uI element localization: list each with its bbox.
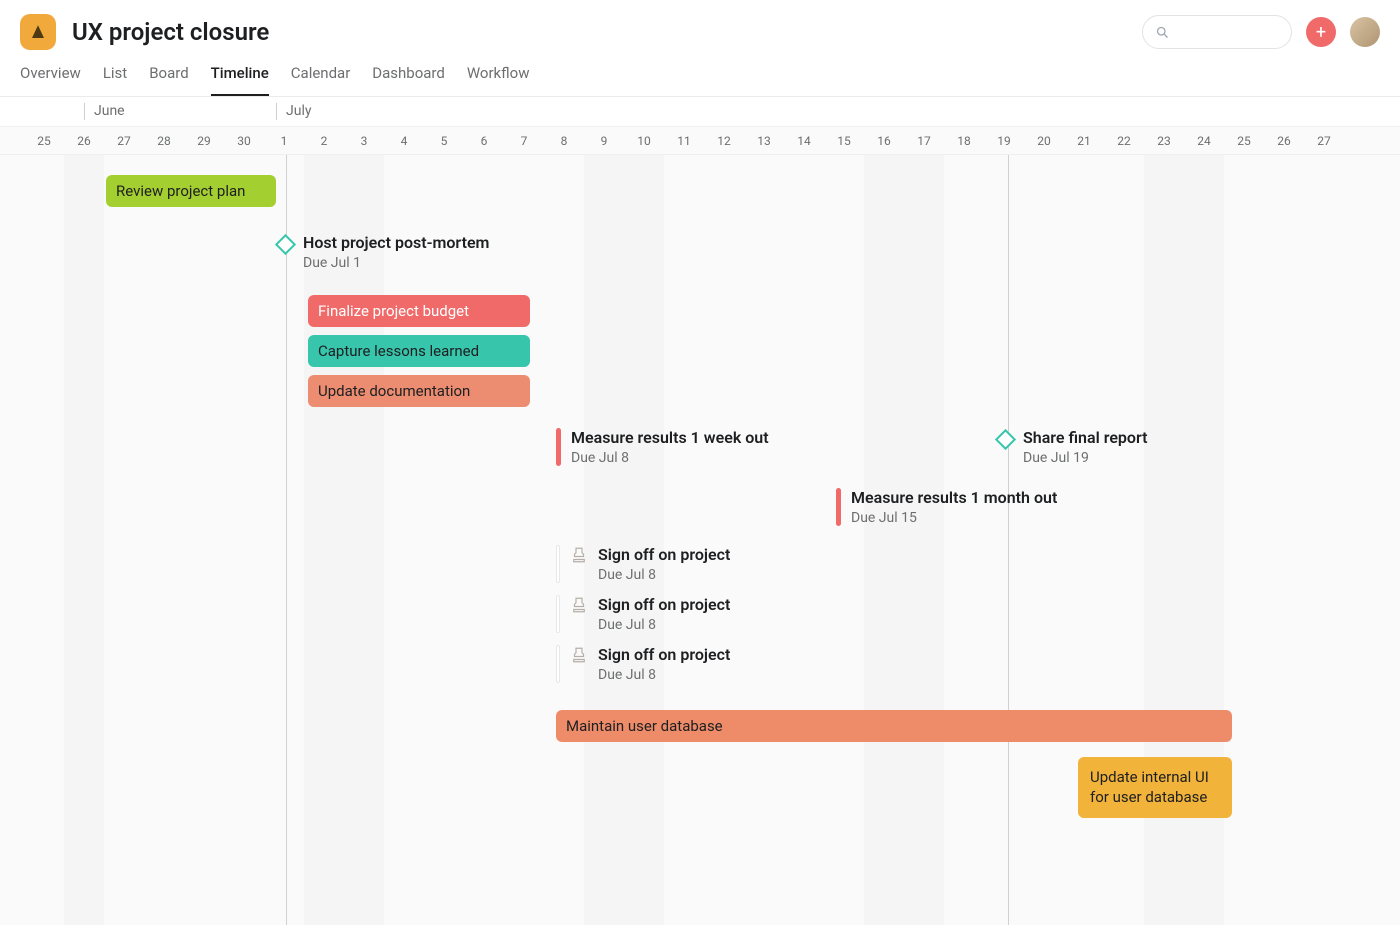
tab-calendar[interactable]: Calendar [291,64,351,96]
day-cell: 2 [304,127,344,154]
day-cell: 5 [424,127,464,154]
task-title: Sign off on project [598,645,730,665]
day-cell: 6 [464,127,504,154]
task-maintain-user-db[interactable]: Maintain user database [556,710,1232,742]
month-header: June July [0,97,1400,127]
day-cell: 22 [1104,127,1144,154]
day-cell: 4 [384,127,424,154]
day-cell: 14 [784,127,824,154]
task-signoff-3[interactable]: Sign off on project Due Jul 8 [556,645,730,683]
task-update-documentation[interactable]: Update documentation [308,375,530,407]
day-cell: 25 [1224,127,1264,154]
month-label-june: June [84,103,125,119]
day-cell: 30 [224,127,264,154]
milestone-icon [275,234,296,255]
milestone-share-final-report[interactable]: Share final report Due Jul 19 [998,428,1148,466]
search-icon [1155,25,1170,40]
day-cell: 29 [184,127,224,154]
task-label: Review project plan [116,182,245,200]
day-cell: 1 [264,127,304,154]
day-cell: 28 [144,127,184,154]
milestone-icon [995,429,1016,450]
day-cell: 10 [624,127,664,154]
day-cell: 23 [1144,127,1184,154]
task-due: Due Jul 8 [598,567,730,583]
milestone-post-mortem[interactable]: Host project post-mortem Due Jul 1 [278,233,489,271]
task-due: Due Jul 8 [598,617,730,633]
task-signoff-2[interactable]: Sign off on project Due Jul 8 [556,595,730,633]
task-label: Maintain user database [566,717,723,735]
day-cell: 26 [1264,127,1304,154]
task-marker-bar [556,545,560,583]
user-avatar[interactable] [1350,17,1380,47]
day-cell: 9 [584,127,624,154]
search-input[interactable] [1142,15,1292,49]
task-due: Due Jul 8 [571,450,769,466]
task-measure-1week[interactable]: Measure results 1 week out Due Jul 8 [556,428,769,466]
task-label: Finalize project budget [318,302,469,320]
task-title: Sign off on project [598,595,730,615]
task-title: Measure results 1 week out [571,428,769,448]
day-header: 2526272829301234567891011121314151617181… [0,127,1400,155]
tab-board[interactable]: Board [149,64,188,96]
task-due: Due Jul 8 [598,667,730,683]
task-signoff-1[interactable]: Sign off on project Due Jul 8 [556,545,730,583]
task-marker-icon [556,428,561,466]
day-cell: 13 [744,127,784,154]
tab-overview[interactable]: Overview [20,64,81,96]
project-icon[interactable] [20,14,56,50]
task-label: Capture lessons learned [318,342,479,360]
task-due: Due Jul 19 [1023,450,1148,466]
project-title: UX project closure [72,18,269,46]
task-review-project-plan[interactable]: Review project plan [106,175,276,207]
day-cell: 21 [1064,127,1104,154]
task-title: Sign off on project [598,545,730,565]
task-marker-icon [836,488,841,526]
day-cell: 25 [24,127,64,154]
day-cell: 17 [904,127,944,154]
day-cell: 3 [344,127,384,154]
day-cell: 18 [944,127,984,154]
task-update-internal-ui[interactable]: Update internal UI for user database [1078,757,1232,818]
task-title: Share final report [1023,428,1148,448]
day-cell: 12 [704,127,744,154]
task-marker-bar [556,645,560,683]
day-cell: 15 [824,127,864,154]
day-cell: 27 [104,127,144,154]
add-button[interactable]: + [1306,17,1336,47]
day-cell: 11 [664,127,704,154]
timeline-canvas[interactable]: Review project plan Host project post-mo… [0,155,1400,925]
nav-tabs: Overview List Board Timeline Calendar Da… [0,54,1400,97]
tab-list[interactable]: List [103,64,127,96]
day-cell: 27 [1304,127,1344,154]
day-cell: 26 [64,127,104,154]
tab-dashboard[interactable]: Dashboard [372,64,445,96]
day-cell: 7 [504,127,544,154]
day-cell: 8 [544,127,584,154]
month-label-july: July [276,103,311,119]
approval-stamp-icon [570,546,588,564]
task-title: Measure results 1 month out [851,488,1057,508]
task-due: Due Jul 1 [303,255,489,271]
task-marker-bar [556,595,560,633]
day-cell: 20 [1024,127,1064,154]
day-cell: 24 [1184,127,1224,154]
approval-stamp-icon [570,596,588,614]
task-title: Host project post-mortem [303,233,489,253]
task-finalize-budget[interactable]: Finalize project budget [308,295,530,327]
task-measure-1month[interactable]: Measure results 1 month out Due Jul 15 [836,488,1057,526]
tab-workflow[interactable]: Workflow [467,64,530,96]
task-label: Update internal UI for user database [1090,767,1220,808]
approval-stamp-icon [570,646,588,664]
day-cell: 16 [864,127,904,154]
day-cell: 19 [984,127,1024,154]
task-due: Due Jul 15 [851,510,1057,526]
task-label: Update documentation [318,382,470,400]
tab-timeline[interactable]: Timeline [211,64,269,96]
task-capture-lessons[interactable]: Capture lessons learned [308,335,530,367]
